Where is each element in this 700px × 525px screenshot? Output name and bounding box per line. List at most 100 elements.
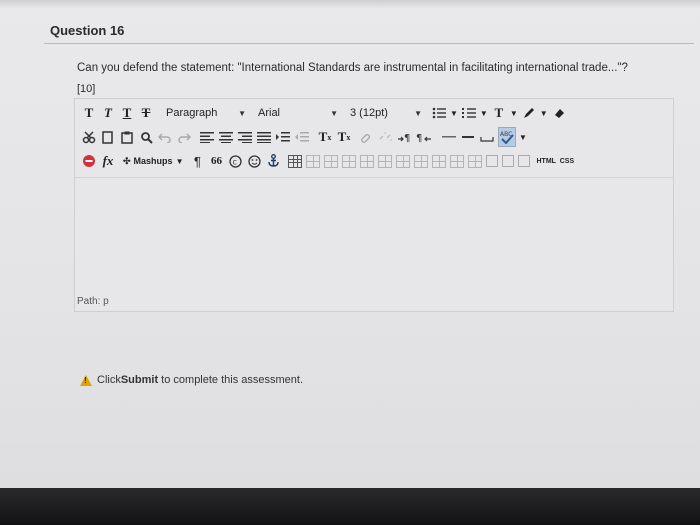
title-divider: [44, 43, 694, 44]
remove-link-button[interactable]: [378, 128, 394, 146]
svg-text:c: c: [232, 157, 236, 166]
table-row-props-icon[interactable]: [306, 154, 321, 168]
notice-suffix: to complete this assessment.: [158, 374, 304, 386]
font-family-select[interactable]: Arial ▼: [255, 104, 341, 122]
pen-icon: [523, 108, 534, 118]
font-size-select[interactable]: 3 (12pt) ▼: [347, 104, 425, 122]
insert-row-before-icon[interactable]: [342, 154, 357, 168]
italic-button[interactable]: T: [100, 104, 116, 122]
numbered-list-icon: [461, 108, 476, 118]
outdent-button[interactable]: [294, 128, 310, 146]
assessment-screen: Question 16 Can you defend the statement…: [0, 0, 700, 488]
line-break-button[interactable]: [460, 128, 476, 146]
smiley-icon: [248, 154, 261, 168]
editor-path: Path: p: [77, 296, 109, 307]
numbered-list-button[interactable]: [461, 104, 477, 122]
insert-table-icon[interactable]: [288, 154, 303, 168]
show-blocks-button[interactable]: ¶: [189, 152, 205, 170]
insert-col-before-icon[interactable]: [396, 154, 411, 168]
remove-circle-icon: [83, 155, 95, 167]
text-color-button[interactable]: T: [491, 104, 507, 122]
css-source-button[interactable]: CSS: [559, 152, 575, 170]
align-left-button[interactable]: [199, 128, 215, 146]
align-right-icon: [238, 132, 252, 143]
horizontal-rule-button[interactable]: [441, 128, 457, 146]
font-family-select-value: Arial: [258, 107, 281, 119]
space-icon: [480, 137, 494, 142]
subscript-label: T: [337, 129, 347, 144]
find-button[interactable]: [138, 128, 154, 146]
question-title: Question 16: [50, 23, 125, 38]
align-center-button[interactable]: [218, 128, 234, 146]
undo-icon: [158, 133, 171, 143]
blockquote-button[interactable]: 66: [208, 152, 224, 170]
split-cells-icon[interactable]: [450, 154, 465, 168]
indent-button[interactable]: [275, 128, 291, 146]
math-formula-button[interactable]: fx: [100, 152, 116, 170]
horizontal-rule-icon: [442, 136, 456, 138]
anchor-button[interactable]: [265, 152, 281, 170]
underline-button[interactable]: T: [119, 104, 135, 122]
superscript-button[interactable]: Tx: [317, 128, 333, 146]
bold-button[interactable]: T: [81, 104, 97, 122]
insert-row-after-icon[interactable]: [360, 154, 375, 168]
spellcheck-icon: ABC: [500, 131, 514, 144]
eraser-icon: [554, 109, 564, 118]
paste-button[interactable]: [119, 128, 135, 146]
editor-text-area[interactable]: [75, 179, 673, 311]
ltr-icon: ¶: [398, 133, 410, 143]
remove-button[interactable]: [81, 152, 97, 170]
notice-submit-word: Submit: [120, 374, 159, 386]
numbered-list-dropdown[interactable]: ▼: [480, 104, 488, 122]
ltr-button[interactable]: ¶: [397, 128, 413, 146]
insert-layer-icon[interactable]: [486, 155, 499, 167]
align-right-button[interactable]: [237, 128, 253, 146]
redo-button[interactable]: [176, 128, 192, 146]
undo-button[interactable]: [157, 128, 173, 146]
toolbar-row-2: Tx Tx ¶ ¶ ABC ▼: [81, 127, 530, 147]
subscript-button[interactable]: Tx: [336, 128, 352, 146]
highlight-dropdown[interactable]: ▼: [540, 104, 548, 122]
move-layer-icon[interactable]: [502, 155, 515, 167]
justify-button[interactable]: [256, 128, 272, 146]
nonbreaking-space-button[interactable]: [479, 128, 495, 146]
svg-text:¶: ¶: [404, 133, 410, 143]
spellcheck-dropdown[interactable]: ▼: [519, 128, 527, 146]
absolute-position-icon[interactable]: [518, 155, 531, 167]
clear-format-button[interactable]: [551, 104, 567, 122]
paragraph-select[interactable]: Paragraph ▼: [163, 104, 249, 122]
text-color-dropdown[interactable]: ▼: [510, 104, 518, 122]
html-source-button[interactable]: HTML: [536, 152, 555, 170]
insert-col-after-icon[interactable]: [414, 154, 429, 168]
highlight-pen-button[interactable]: [521, 104, 537, 122]
spellcheck-button[interactable]: ABC: [498, 127, 516, 147]
mashups-button[interactable]: ✣ Mashups: [123, 152, 173, 170]
chevron-down-icon: ▼: [414, 108, 422, 118]
mashups-dropdown[interactable]: ▼: [176, 152, 184, 170]
bullet-list-button[interactable]: [431, 104, 447, 122]
chevron-down-icon: ▼: [330, 108, 338, 118]
insert-link-button[interactable]: [359, 128, 375, 146]
outdent-icon: [295, 132, 309, 142]
copy-button[interactable]: [100, 128, 116, 146]
mashups-icon: ✣: [123, 155, 131, 166]
table-cell-props-icon[interactable]: [324, 154, 339, 168]
notice-prefix: Click: [97, 374, 121, 386]
superscript-mark: x: [327, 132, 332, 142]
special-char-button[interactable]: c: [227, 152, 243, 170]
scissors-icon: [82, 131, 96, 144]
rtl-button[interactable]: ¶: [416, 128, 432, 146]
svg-text:¶: ¶: [416, 133, 422, 143]
paragraph-select-value: Paragraph: [166, 107, 218, 119]
bullet-list-dropdown[interactable]: ▼: [450, 104, 458, 122]
align-justify-icon: [257, 132, 271, 143]
strikethrough-button[interactable]: T: [138, 104, 154, 122]
font-size-select-value: 3 (12pt): [350, 107, 388, 119]
emoticon-button[interactable]: [246, 152, 262, 170]
merge-cells-icon[interactable]: [468, 154, 483, 168]
delete-col-icon[interactable]: [432, 154, 447, 168]
link-icon: [361, 134, 370, 143]
delete-row-icon[interactable]: [378, 154, 393, 168]
align-center-icon: [219, 132, 233, 143]
cut-button[interactable]: [81, 128, 97, 146]
